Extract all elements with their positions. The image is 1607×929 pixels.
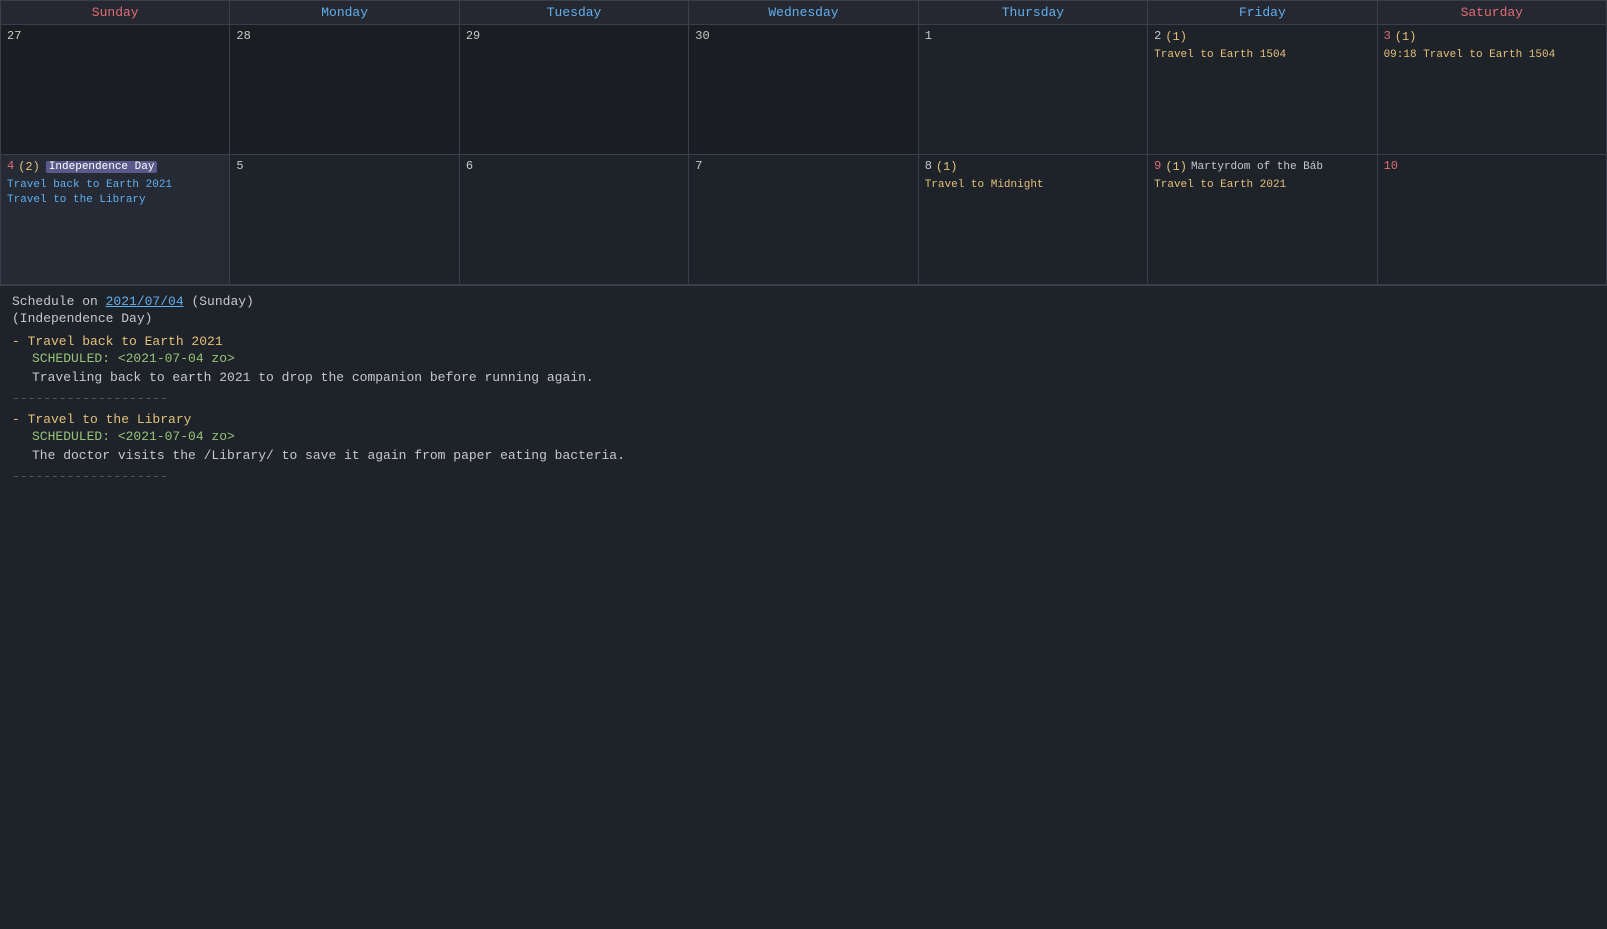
day-number: 2 [1154, 29, 1161, 43]
schedule-date-link[interactable]: 2021/07/04 [106, 294, 184, 309]
entry-title-2: - Travel to the Library [12, 412, 1595, 427]
header-monday: Monday [230, 1, 459, 25]
event-count: (2) [18, 160, 40, 174]
day-number: 30 [695, 29, 911, 43]
day-number: 4 [7, 159, 14, 173]
schedule-header: Schedule on 2021/07/04 (Sunday) [12, 294, 1595, 309]
schedule-section: Schedule on 2021/07/04 (Sunday) (Indepen… [0, 285, 1607, 498]
entry-desc-1: Traveling back to earth 2021 to drop the… [12, 370, 1595, 385]
schedule-holiday: (Independence Day) [12, 311, 1595, 326]
schedule-entry-2: - Travel to the Library SCHEDULED: <2021… [12, 412, 1595, 463]
event-travel-library: Travel to the Library [7, 193, 223, 208]
entry-title-1: - Travel back to Earth 2021 [12, 334, 1595, 349]
day-number: 9 [1154, 159, 1161, 173]
day-cell-10[interactable]: 10 [1378, 155, 1607, 285]
day-number: 27 [7, 29, 223, 43]
day-number: 6 [466, 159, 682, 173]
entry-desc-2: The doctor visits the /Library/ to save … [12, 448, 1595, 463]
day-cell-8[interactable]: 8 (1) Travel to Midnight [919, 155, 1148, 285]
header-tuesday: Tuesday [460, 1, 689, 25]
day-number: 8 [925, 159, 932, 173]
day-cell-3[interactable]: 3 (1) 09:18 Travel to Earth 1504 [1378, 25, 1607, 155]
day-number: 5 [236, 159, 452, 173]
schedule-divider-1: -------------------- [12, 391, 1595, 406]
calendar-container: Sunday Monday Tuesday Wednesday Thursday… [0, 0, 1607, 498]
day-cell-4[interactable]: 4 (2) Independence Day Travel back to Ea… [1, 155, 230, 285]
day-number: 10 [1384, 159, 1600, 173]
day-number: 29 [466, 29, 682, 43]
schedule-divider-2: -------------------- [12, 469, 1595, 484]
schedule-prefix: Schedule on [12, 294, 106, 309]
day-cell-29[interactable]: 29 [460, 25, 689, 155]
header-sunday: Sunday [1, 1, 230, 25]
day-cell-5[interactable]: 5 [230, 155, 459, 285]
holiday-badge: Independence Day [46, 161, 158, 173]
holiday-text: Martyrdom of the Báb [1191, 161, 1323, 173]
event-travel-back-earth: Travel back to Earth 2021 [7, 178, 223, 193]
entry-scheduled-1: SCHEDULED: <2021-07-04 zo> [12, 351, 1595, 366]
header-thursday: Thursday [919, 1, 1148, 25]
day-number: 7 [695, 159, 911, 173]
day-cell-1[interactable]: 1 [919, 25, 1148, 155]
day-cell-28[interactable]: 28 [230, 25, 459, 155]
day-cell-6[interactable]: 6 [460, 155, 689, 285]
event-travel-earth-1504-sat: 09:18 Travel to Earth 1504 [1384, 48, 1600, 63]
day-cell-7[interactable]: 7 [689, 155, 918, 285]
day-cell-27[interactable]: 27 [1, 25, 230, 155]
day-cell-2[interactable]: 2 (1) Travel to Earth 1504 [1148, 25, 1377, 155]
header-saturday: Saturday [1378, 1, 1607, 25]
day-number: 1 [925, 29, 1141, 43]
header-friday: Friday [1148, 1, 1377, 25]
event-travel-midnight: Travel to Midnight [925, 178, 1141, 193]
event-count: (1) [1165, 30, 1187, 44]
schedule-day: (Sunday) [184, 294, 254, 309]
event-travel-earth-1504-fri: Travel to Earth 1504 [1154, 48, 1370, 63]
event-travel-earth-2021: Travel to Earth 2021 [1154, 178, 1370, 193]
event-count: (1) [1395, 30, 1417, 44]
day-cell-9[interactable]: 9 (1) Martyrdom of the Báb Travel to Ear… [1148, 155, 1377, 285]
entry-scheduled-2: SCHEDULED: <2021-07-04 zo> [12, 429, 1595, 444]
header-wednesday: Wednesday [689, 1, 918, 25]
day-number: 28 [236, 29, 452, 43]
calendar-grid: Sunday Monday Tuesday Wednesday Thursday… [0, 0, 1607, 285]
schedule-entry-1: - Travel back to Earth 2021 SCHEDULED: <… [12, 334, 1595, 385]
event-count: (1) [936, 160, 958, 174]
day-number: 3 [1384, 29, 1391, 43]
event-count: (1) [1165, 160, 1187, 174]
day-cell-30[interactable]: 30 [689, 25, 918, 155]
